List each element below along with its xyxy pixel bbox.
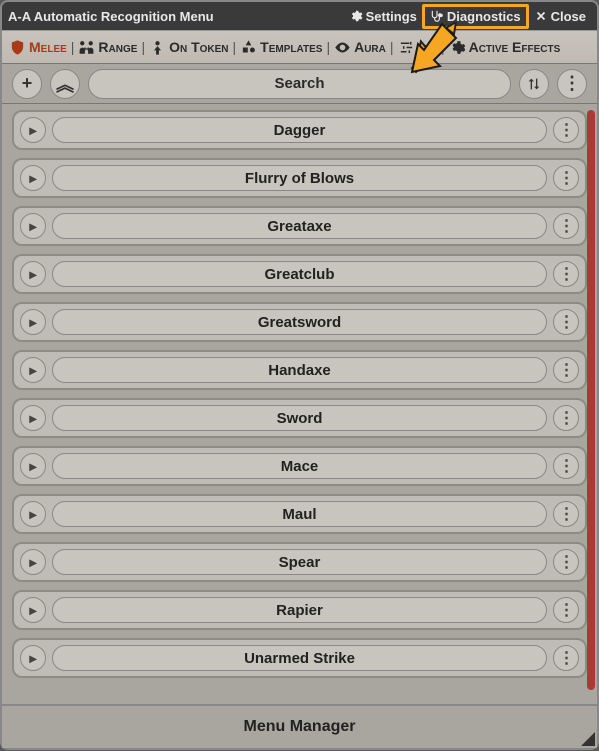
expand-button[interactable]: ▸ bbox=[20, 309, 46, 335]
list-item: ▸Flurry of Blows⋮ bbox=[12, 158, 587, 198]
item-label[interactable]: Flurry of Blows bbox=[52, 165, 547, 191]
list-item: ▸Dagger⋮ bbox=[12, 110, 587, 150]
footer-button[interactable]: Menu Manager bbox=[2, 704, 597, 748]
expand-button[interactable]: ▸ bbox=[20, 405, 46, 431]
toolbar: + ︽ ⋮ bbox=[2, 64, 597, 104]
add-button[interactable]: + bbox=[12, 69, 42, 99]
item-list: ▸Dagger⋮▸Flurry of Blows⋮▸Greataxe⋮▸Grea… bbox=[2, 104, 597, 704]
item-menu-button[interactable]: ⋮ bbox=[553, 453, 579, 479]
tab-ontoken-label: On Token bbox=[169, 39, 228, 55]
tab-aura-label: Aura bbox=[354, 39, 386, 55]
item-menu-button[interactable]: ⋮ bbox=[553, 549, 579, 575]
list-item: ▸Greatclub⋮ bbox=[12, 254, 587, 294]
item-label[interactable]: Greatclub bbox=[52, 261, 547, 287]
list-item: ▸Maul⋮ bbox=[12, 494, 587, 534]
list-item: ▸Mace⋮ bbox=[12, 446, 587, 486]
tab-templates[interactable]: Templates bbox=[239, 39, 323, 56]
settings-label: Settings bbox=[366, 9, 417, 24]
item-menu-button[interactable]: ⋮ bbox=[553, 501, 579, 527]
shield-icon bbox=[9, 39, 26, 56]
titlebar: A-A Automatic Recognition Menu Settings … bbox=[2, 2, 597, 30]
item-label[interactable]: Unarmed Strike bbox=[52, 645, 547, 671]
diagnostics-label: Diagnostics bbox=[447, 9, 521, 24]
expand-button[interactable]: ▸ bbox=[20, 597, 46, 623]
list-item: ▸Unarmed Strike⋮ bbox=[12, 638, 587, 678]
item-label[interactable]: Greatsword bbox=[52, 309, 547, 335]
list-item: ▸Greatsword⋮ bbox=[12, 302, 587, 342]
tab-range-label: Range bbox=[98, 39, 137, 55]
item-menu-button[interactable]: ⋮ bbox=[553, 597, 579, 623]
list-item: ▸Rapier⋮ bbox=[12, 590, 587, 630]
item-menu-button[interactable]: ⋮ bbox=[553, 261, 579, 287]
list-item: ▸Handaxe⋮ bbox=[12, 350, 587, 390]
diagnostics-button[interactable]: Diagnostics bbox=[422, 4, 529, 29]
settings-button[interactable]: Settings bbox=[344, 7, 422, 26]
collapse-all-button[interactable]: ︽ bbox=[50, 69, 80, 99]
expand-button[interactable]: ▸ bbox=[20, 549, 46, 575]
item-menu-button[interactable]: ⋮ bbox=[553, 117, 579, 143]
expand-button[interactable]: ▸ bbox=[20, 117, 46, 143]
tab-activeeffects[interactable]: Active Effects bbox=[448, 39, 562, 56]
list-item: ▸Sword⋮ bbox=[12, 398, 587, 438]
more-button[interactable]: ⋮ bbox=[557, 69, 587, 99]
stethoscope-icon bbox=[430, 9, 444, 23]
sort-button[interactable] bbox=[519, 69, 549, 99]
tabs-bar: Melee | Range | On Token | Templates | A… bbox=[2, 30, 597, 64]
tab-activeeffects-label: Active Effects bbox=[469, 39, 561, 55]
resize-icon bbox=[581, 732, 595, 746]
list-item: ▸Greataxe⋮ bbox=[12, 206, 587, 246]
item-label[interactable]: Rapier bbox=[52, 597, 547, 623]
tab-templates-label: Templates bbox=[260, 39, 322, 55]
item-menu-button[interactable]: ⋮ bbox=[553, 405, 579, 431]
item-label[interactable]: Spear bbox=[52, 549, 547, 575]
sliders-icon bbox=[398, 39, 415, 56]
eye-icon bbox=[334, 39, 351, 56]
list-item: ▸Spear⋮ bbox=[12, 542, 587, 582]
gear-icon bbox=[449, 39, 466, 56]
expand-button[interactable]: ▸ bbox=[20, 165, 46, 191]
expand-button[interactable]: ▸ bbox=[20, 645, 46, 671]
item-label[interactable]: Sword bbox=[52, 405, 547, 431]
tab-ontoken[interactable]: On Token bbox=[148, 39, 229, 56]
gear-icon bbox=[349, 9, 363, 23]
window-title: A-A Automatic Recognition Menu bbox=[8, 9, 344, 24]
item-label[interactable]: Greataxe bbox=[52, 213, 547, 239]
expand-button[interactable]: ▸ bbox=[20, 261, 46, 287]
footer-label: Menu Manager bbox=[243, 718, 355, 736]
tab-range[interactable]: Range bbox=[77, 39, 138, 56]
resize-handle[interactable] bbox=[581, 732, 595, 746]
person-icon bbox=[149, 39, 166, 56]
item-menu-button[interactable]: ⋮ bbox=[553, 309, 579, 335]
tab-aura[interactable]: Aura bbox=[333, 39, 387, 56]
item-menu-button[interactable]: ⋮ bbox=[553, 357, 579, 383]
item-label[interactable]: Dagger bbox=[52, 117, 547, 143]
item-menu-button[interactable]: ⋮ bbox=[553, 213, 579, 239]
tab-melee[interactable]: Melee bbox=[8, 39, 68, 56]
expand-button[interactable]: ▸ bbox=[20, 453, 46, 479]
shapes-icon bbox=[240, 39, 257, 56]
expand-button[interactable]: ▸ bbox=[20, 357, 46, 383]
tab-preset-label: set bbox=[418, 39, 437, 55]
tab-preset[interactable]: set bbox=[397, 39, 438, 56]
item-label[interactable]: Handaxe bbox=[52, 357, 547, 383]
expand-button[interactable]: ▸ bbox=[20, 213, 46, 239]
scrollbar[interactable] bbox=[587, 110, 595, 690]
app-window: A-A Automatic Recognition Menu Settings … bbox=[0, 0, 599, 750]
expand-button[interactable]: ▸ bbox=[20, 501, 46, 527]
tab-melee-label: Melee bbox=[29, 39, 67, 55]
close-label: Close bbox=[551, 9, 586, 24]
item-menu-button[interactable]: ⋮ bbox=[553, 645, 579, 671]
item-label[interactable]: Maul bbox=[52, 501, 547, 527]
close-button[interactable]: Close bbox=[529, 7, 591, 26]
item-label[interactable]: Mace bbox=[52, 453, 547, 479]
people-arrows-icon bbox=[78, 39, 95, 56]
search-input[interactable] bbox=[88, 69, 511, 99]
item-menu-button[interactable]: ⋮ bbox=[553, 165, 579, 191]
close-icon bbox=[534, 9, 548, 23]
sort-icon bbox=[526, 76, 542, 92]
